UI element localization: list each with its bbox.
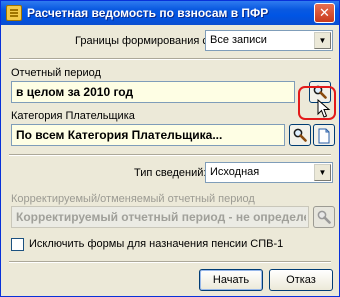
corrected-field: Корректируемый отчетный период - не опре… [11,206,309,228]
search-icon [317,210,331,224]
title-bar[interactable]: Расчетная ведомость по взносам в ПФР ✕ [1,1,339,25]
info-type-value: Исходная [210,166,260,178]
window-title: Расчетная ведомость по взносам в ПФР [27,6,269,20]
payer-search-button[interactable] [289,124,311,146]
bounds-select[interactable]: Все записи ▼ [205,30,333,51]
payer-value: По всем Категория Плательщика... [16,128,223,142]
start-button[interactable]: Начать [199,269,263,291]
separator [9,58,331,60]
separator [9,261,331,263]
chevron-down-icon[interactable]: ▼ [314,32,331,49]
payer-field[interactable]: По всем Категория Плательщика... [11,124,285,146]
corrected-value: Корректируемый отчетный период - не опре… [16,210,306,224]
search-icon [293,128,307,142]
report-icon [6,5,22,21]
period-label: Отчетный период [11,67,101,79]
separator [9,154,331,156]
document-icon [318,128,330,144]
chevron-down-icon[interactable]: ▼ [314,164,331,181]
exclude-label[interactable]: Исключить формы для назначения пенсии СП… [29,238,283,250]
exclude-checkbox[interactable] [11,238,24,251]
corrected-label: Корректируемый/отменяемый отчетный перио… [11,193,255,205]
info-type-select[interactable]: Исходная ▼ [205,162,333,183]
payer-label: Категория Плательщика [11,110,135,122]
close-button[interactable]: ✕ [314,3,335,23]
period-field[interactable]: в целом за 2010 год [11,81,295,103]
mouse-cursor-icon [317,99,331,118]
info-type-label: Тип сведений: [134,167,207,179]
period-value: в целом за 2010 год [16,85,134,99]
bounds-value: Все записи [210,34,267,46]
corrected-search-button [313,206,335,228]
dialog-window: Расчетная ведомость по взносам в ПФР ✕ Г… [0,0,340,297]
cancel-button[interactable]: Отказ [269,269,333,291]
payer-document-button[interactable] [313,124,335,146]
